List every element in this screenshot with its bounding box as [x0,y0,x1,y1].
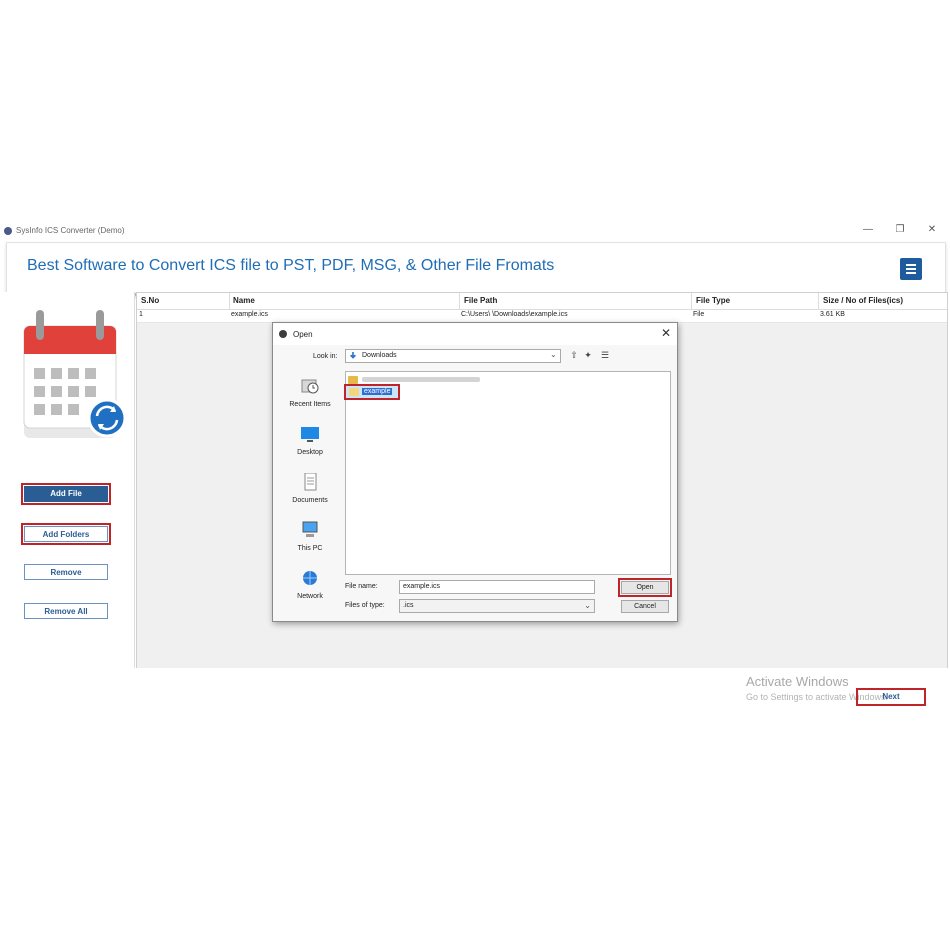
title-bar: SysInfo ICS Converter (Demo) — ❐ ✕ [0,222,950,240]
file-name-input[interactable]: example.ics [399,580,595,594]
dialog-close-icon[interactable]: ✕ [661,326,671,340]
computer-icon [302,521,318,537]
look-in-value: Downloads [362,352,397,359]
place-this-pc[interactable]: This PC [279,517,341,563]
folder-icon [349,388,359,396]
place-label: Network [297,593,323,600]
files-of-type-value: .ics [403,602,414,609]
header-banner: Best Software to Convert ICS file to PST… [6,242,946,296]
folder-icon [348,376,358,384]
documents-icon [304,473,317,491]
open-file-dialog: Open ✕ Look in: Downloads ⌄ ⇧ ✦ ☰ Recent… [272,322,678,622]
add-file-button[interactable]: Add File [21,483,111,505]
cell-sno: 1 [139,311,143,318]
close-button[interactable]: ✕ [922,223,942,237]
cell-path: C:\Users\ \Downloads\example.ics [461,311,568,318]
minimize-button[interactable]: — [858,223,878,237]
file-name-label: File name: [345,583,378,590]
download-arrow-icon [350,352,356,359]
files-of-type-select[interactable]: .ics ⌄ [399,599,595,613]
remove-all-button[interactable]: Remove All [24,603,108,619]
look-in-select[interactable]: Downloads ⌄ [345,349,561,363]
dialog-title-bar: Open ✕ [273,323,677,345]
cell-size: 3.61 KB [820,311,845,318]
chevron-down-icon: ⌄ [550,350,557,359]
redacted-folder-entry[interactable] [348,375,480,384]
window-title: SysInfo ICS Converter (Demo) [16,226,125,235]
place-recent-items[interactable]: Recent Items [279,373,341,419]
column-header: File Path [464,296,498,305]
column-header: File Type [696,296,731,305]
activate-windows-watermark: Activate Windows [746,674,849,689]
place-documents[interactable]: Documents [279,469,341,515]
file-item-example[interactable]: example [344,384,400,400]
cell-type: File [693,311,705,318]
place-network[interactable]: Network [279,565,341,611]
column-header: Name [233,296,255,305]
up-folder-icon[interactable]: ⇧ [569,350,579,360]
calendar-sync-icon [23,310,127,438]
cell-name: example.ics [231,311,268,318]
chevron-down-icon: ⌄ [584,601,591,610]
place-label: Desktop [297,449,323,456]
left-panel: Add File Add Folders Remove Remove All [4,292,135,726]
place-desktop[interactable]: Desktop [279,421,341,467]
restore-button[interactable]: ❐ [890,223,910,237]
network-icon [303,571,317,585]
page-title: Best Software to Convert ICS file to PST… [27,257,555,274]
hamburger-icon [906,264,916,266]
remove-button[interactable]: Remove [24,564,108,580]
place-label: Recent Items [289,401,331,408]
view-menu-icon[interactable]: ☰ [597,350,613,360]
new-folder-icon[interactable]: ✦ [583,350,593,360]
table-header: S.No Name File Path File Type Size / No … [137,293,947,310]
java-icon [279,330,287,338]
add-folders-button[interactable]: Add Folders [21,523,111,545]
place-label: Documents [292,497,328,504]
desktop-icon [301,427,319,442]
app-icon [4,227,12,235]
dialog-title: Open [293,330,313,339]
cancel-button[interactable]: Cancel [621,600,669,613]
file-item-label: example [362,388,393,395]
file-list[interactable]: example [344,371,671,575]
column-header: S.No [141,296,160,305]
menu-button[interactable] [900,258,922,280]
look-in-label: Look in: [313,353,338,360]
place-label: This PC [297,545,323,552]
recent-items-icon [301,379,319,394]
files-of-type-label: Files of type: [345,602,385,609]
open-button[interactable]: Open [618,578,672,597]
places-bar: Recent Items Desktop Documents This PC N… [279,369,341,615]
next-button[interactable]: Next [856,688,926,706]
column-header: Size / No of Files(ics) [823,296,904,305]
